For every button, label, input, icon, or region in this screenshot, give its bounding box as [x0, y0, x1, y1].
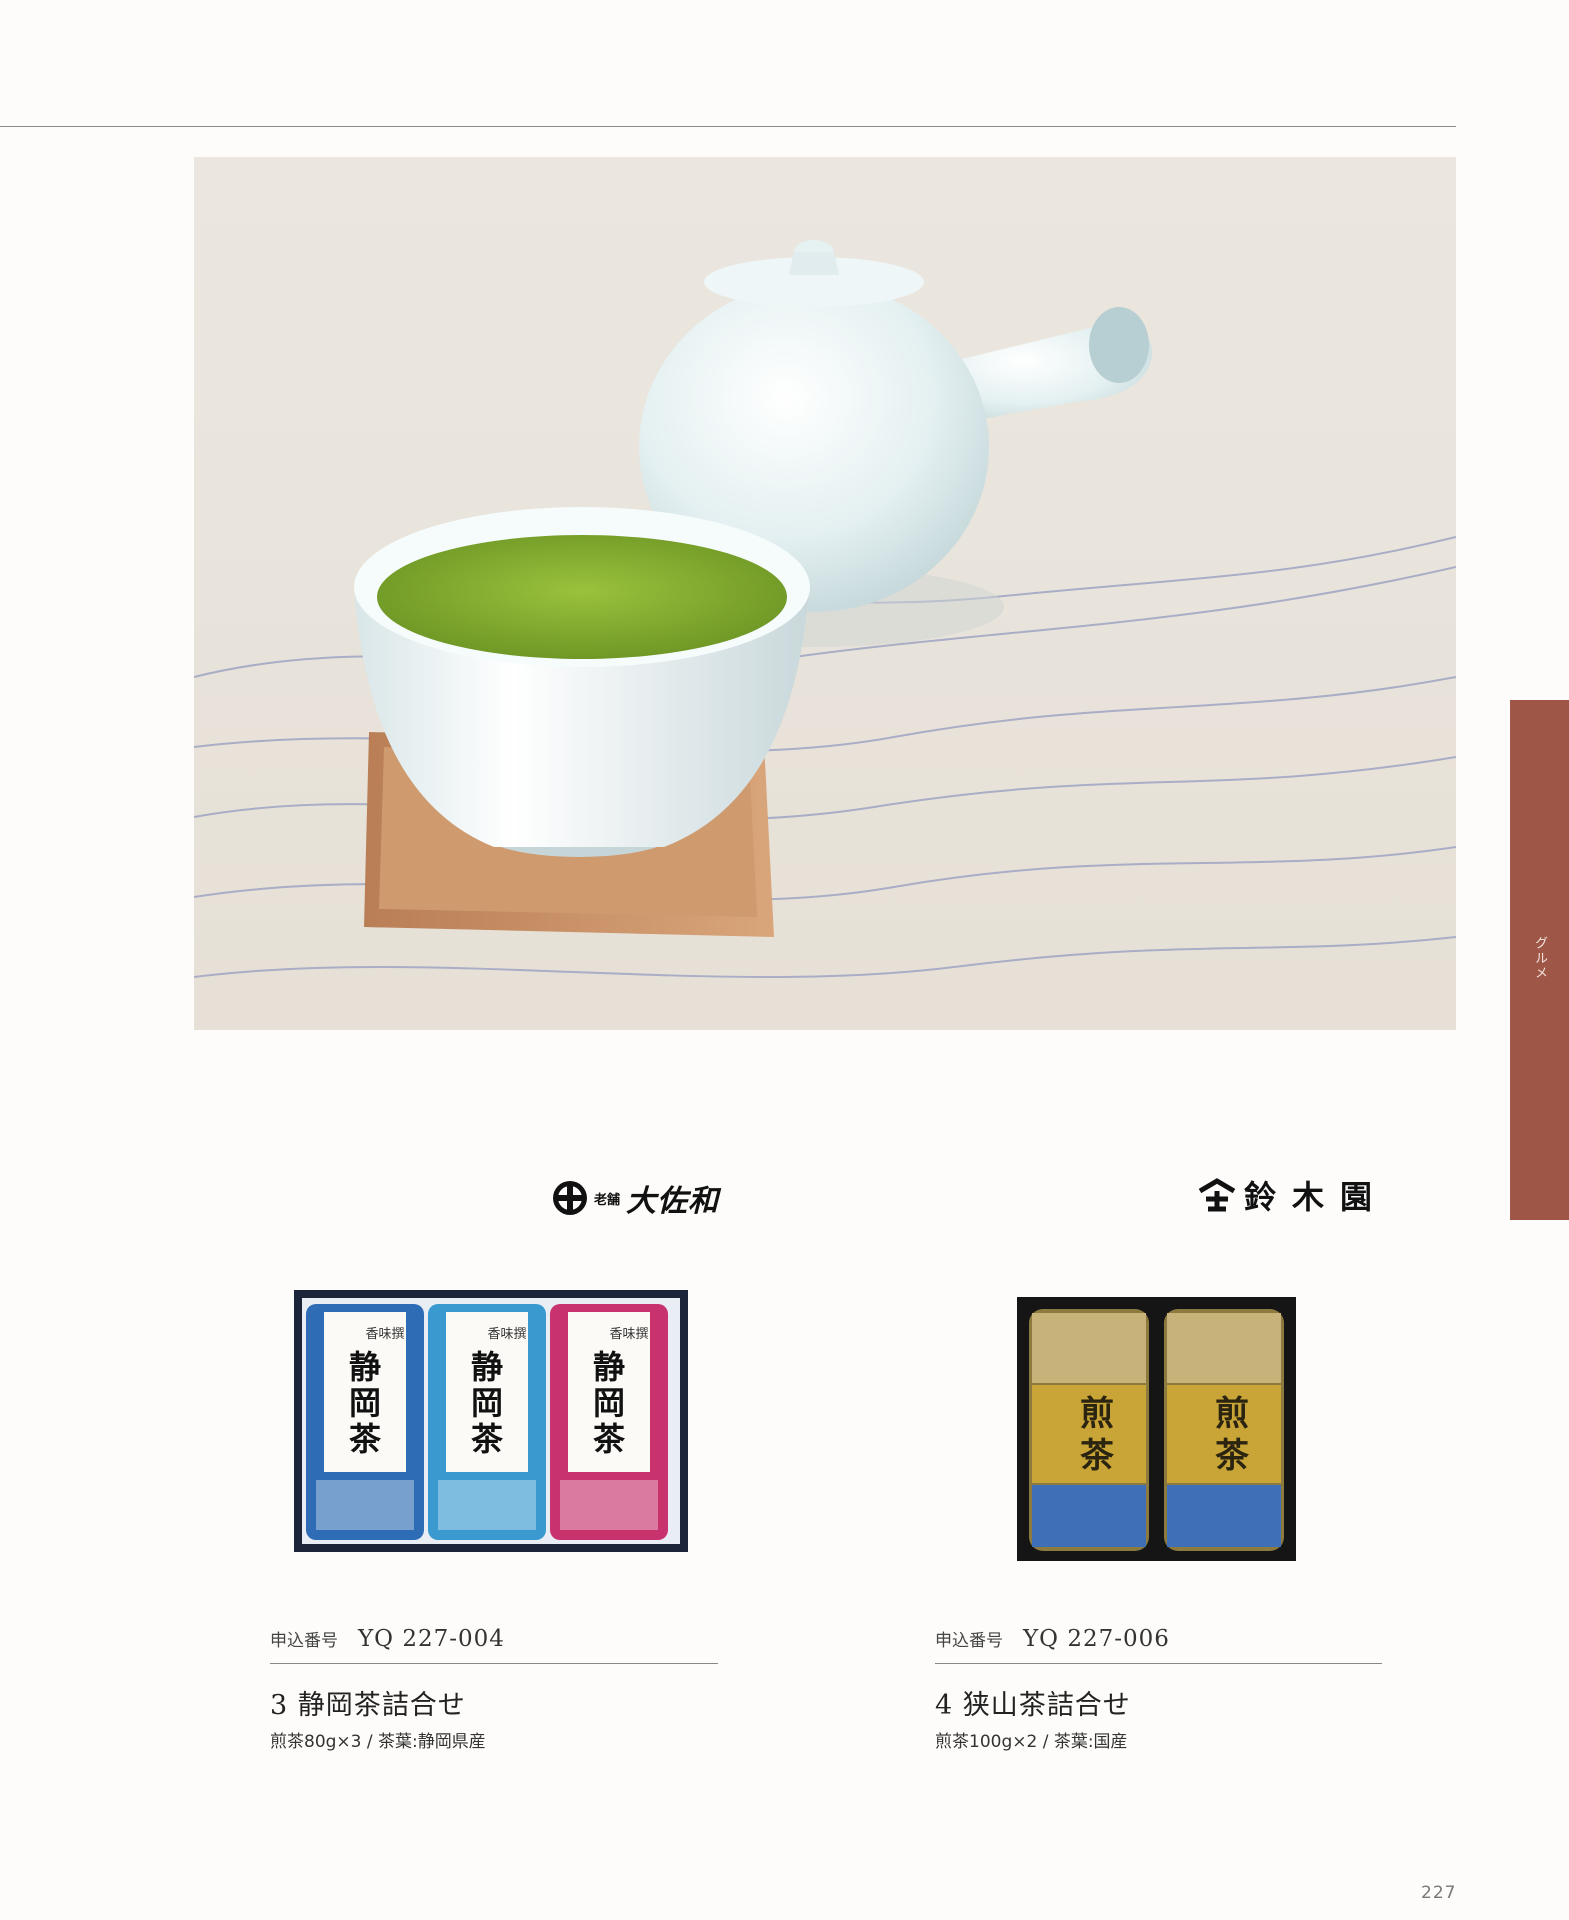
category-side-tab[interactable]: グルメ — [1510, 700, 1569, 1220]
category-side-tab-label: グルメ — [1532, 936, 1547, 981]
brand-right-name: 鈴木園 — [1244, 1178, 1389, 1216]
order-label: 申込番号 — [270, 1631, 338, 1651]
can-bottom-pattern — [1032, 1485, 1146, 1547]
product-3-description: 煎茶80g×3 / 茶葉:静岡県産 — [270, 1732, 486, 1752]
brand-mark-icon — [1198, 1178, 1236, 1212]
can-sub-label: 香味撰 — [609, 1327, 648, 1342]
can-label-char: 静 — [349, 1348, 381, 1386]
tea-gift-box-2-icon: 煎茶煎茶 — [1029, 1309, 1284, 1551]
product-4-order-row: 申込番号 YQ 227-006 — [935, 1626, 1170, 1652]
can-sub-label: 香味撰 — [365, 1327, 404, 1342]
can-pattern — [438, 1480, 536, 1530]
brand-left-small: 老舗 — [594, 1192, 621, 1208]
can-label-char: 静 — [471, 1348, 503, 1386]
product-3-rule — [270, 1663, 718, 1664]
can-top-pattern — [1032, 1313, 1146, 1383]
tea-gift-box-3-icon: 香味撰静岡茶香味撰静岡茶香味撰静岡茶 — [302, 1298, 680, 1544]
can-pattern — [560, 1480, 658, 1530]
can-label-char: 静 — [593, 1348, 625, 1386]
can-bottom-pattern — [1167, 1485, 1281, 1547]
order-code: YQ 227-006 — [1023, 1626, 1170, 1652]
can-label-char: 茶 — [349, 1420, 382, 1458]
product-3-photo: 香味撰静岡茶香味撰静岡茶香味撰静岡茶 — [294, 1290, 688, 1552]
can-pattern — [316, 1480, 414, 1530]
product-3-title: 3 静岡茶詰合せ — [270, 1690, 466, 1721]
product-3-order-row: 申込番号 YQ 227-004 — [270, 1626, 505, 1652]
product-4-photo: 煎茶煎茶 — [1017, 1297, 1296, 1561]
order-code: YQ 227-004 — [358, 1626, 505, 1652]
brand-logo-right: 鈴木園 — [1196, 1172, 1388, 1218]
order-label: 申込番号 — [935, 1631, 1003, 1651]
brand-crest-icon — [553, 1181, 587, 1215]
can-label-char: 岡 — [349, 1384, 381, 1422]
can-sub-label: 香味撰 — [487, 1327, 526, 1342]
can-label-char: 茶 — [593, 1420, 626, 1458]
can-label-char: 茶 — [1215, 1436, 1250, 1476]
can-label-char: 岡 — [593, 1384, 625, 1422]
can-label-char: 茶 — [1080, 1436, 1115, 1476]
product-4-description: 煎茶100g×2 / 茶葉:国産 — [935, 1732, 1128, 1752]
teapot-and-teacup-photo-icon — [194, 240, 1456, 978]
can-label-char: 岡 — [471, 1384, 503, 1422]
product-4-title: 4 狭山茶詰合せ — [935, 1690, 1131, 1721]
brand-logo-left: 老舗 大佐和 — [552, 1176, 719, 1220]
page-number: 227 — [1421, 1883, 1457, 1903]
can-label-char: 茶 — [471, 1420, 504, 1458]
hero-photo — [194, 157, 1456, 1030]
brand-left-name: 大佐和 — [626, 1184, 720, 1219]
product-4-rule — [935, 1663, 1382, 1664]
can-label-char: 煎 — [1215, 1394, 1249, 1434]
top-rule — [0, 126, 1456, 127]
can-label-char: 煎 — [1080, 1394, 1114, 1434]
can-top-pattern — [1167, 1313, 1281, 1383]
